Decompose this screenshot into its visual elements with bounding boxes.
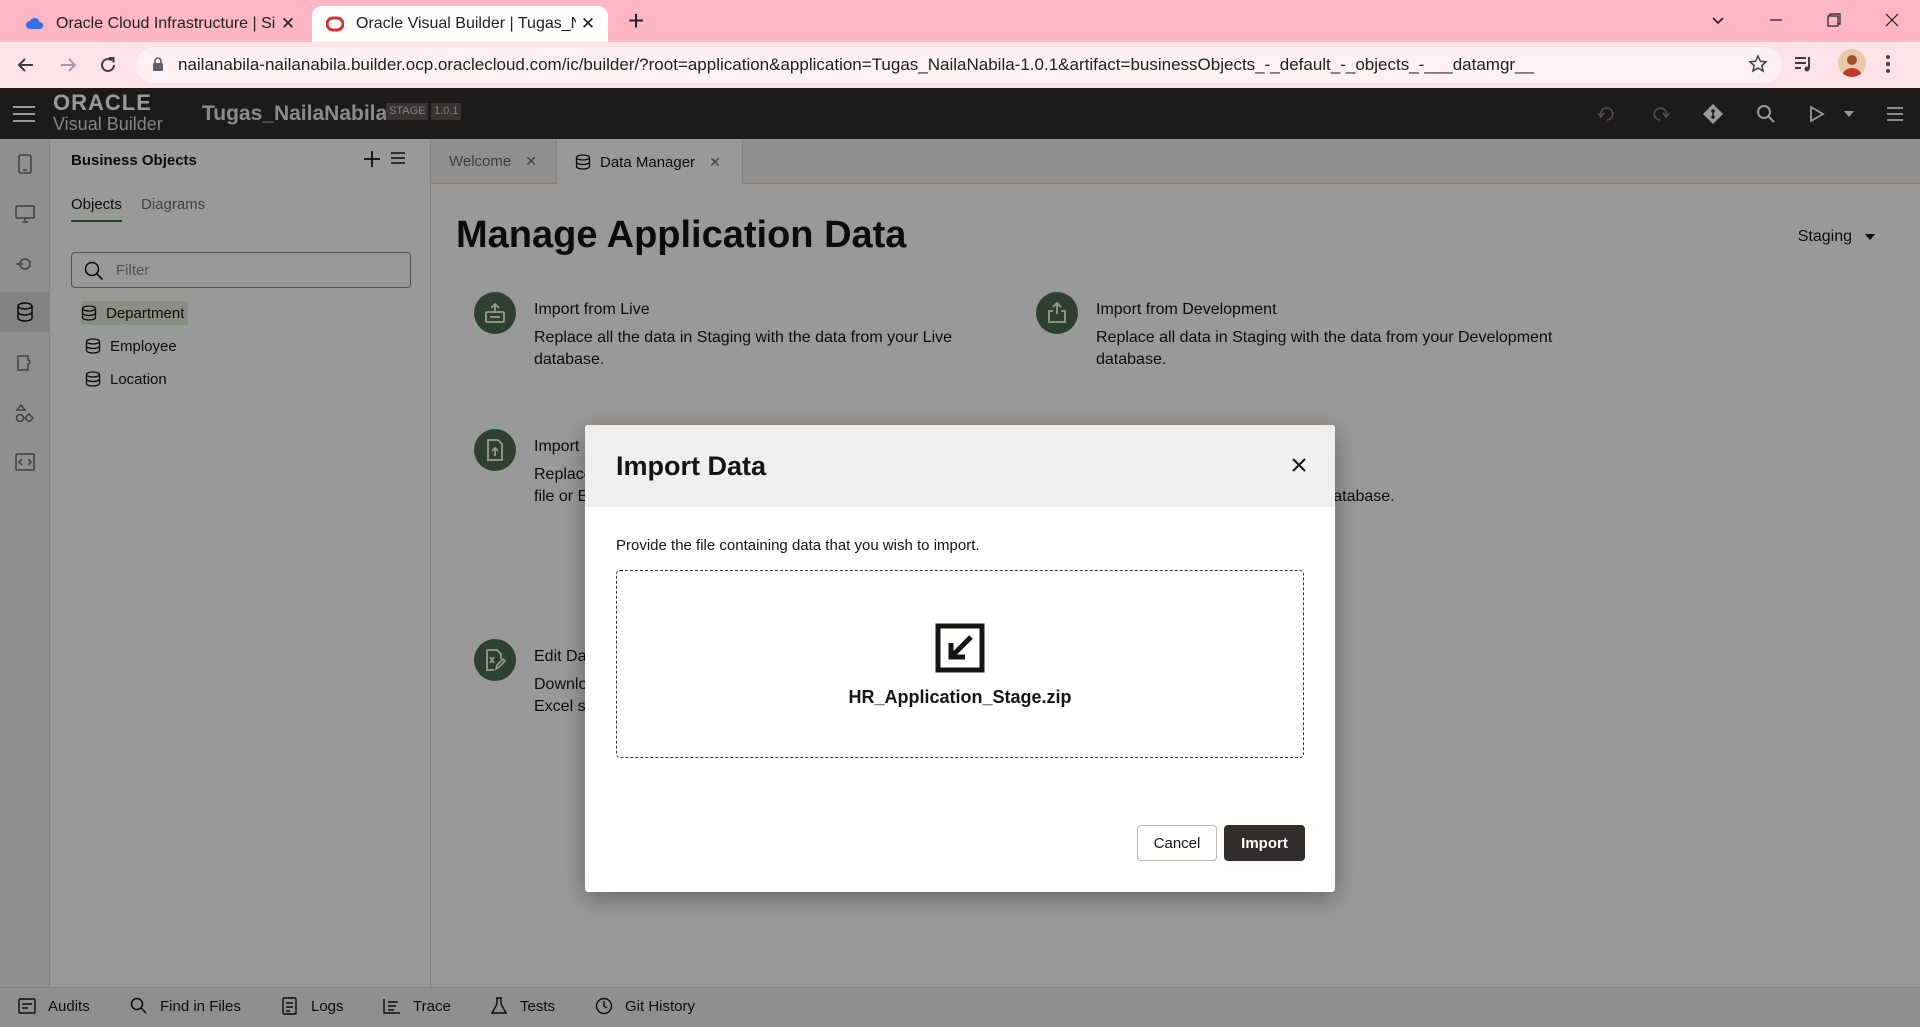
new-tab-button[interactable]: +	[622, 6, 650, 36]
cloud-icon	[26, 17, 44, 29]
browser-tab-visual-builder[interactable]: Oracle Visual Builder | Tugas_NailaNabil…	[312, 6, 608, 42]
back-icon[interactable]	[10, 49, 42, 81]
selected-file-name: HR_Application_Stage.zip	[848, 687, 1072, 707]
file-drop-zone[interactable]: HR_Application_Stage.zip	[616, 570, 1304, 758]
url-bar[interactable]: nailanabila-nailanabila.builder.ocp.orac…	[136, 47, 1782, 83]
browser-tab-title: Oracle Cloud Infrastructure | Sign In	[56, 15, 276, 32]
close-icon[interactable]: ✕	[276, 14, 300, 34]
import-button[interactable]: Import	[1224, 825, 1305, 861]
minimize-icon[interactable]	[1748, 0, 1804, 40]
bookmark-star-icon[interactable]	[1748, 54, 1768, 74]
browser-tab-oracle-cloud[interactable]: Oracle Cloud Infrastructure | Sign In ✕	[12, 6, 308, 42]
cancel-button[interactable]: Cancel	[1137, 825, 1217, 861]
reload-icon[interactable]	[92, 49, 124, 81]
avatar[interactable]	[1838, 49, 1866, 77]
browser-tab-title: Oracle Visual Builder | Tugas_NailaNabil…	[356, 15, 576, 32]
forward-icon[interactable]	[52, 49, 84, 81]
tab-search-icon[interactable]	[1690, 0, 1746, 40]
import-data-dialog: Import Data Provide the file containing …	[585, 425, 1335, 892]
file-import-icon	[935, 623, 985, 673]
address-bar-row: nailanabila-nailanabila.builder.ocp.orac…	[0, 42, 1920, 88]
media-control-icon[interactable]	[1792, 52, 1816, 76]
more-menu-icon[interactable]	[1885, 54, 1891, 74]
url-text: nailanabila-nailanabila.builder.ocp.orac…	[178, 55, 1534, 74]
browser-tab-strip: Oracle Cloud Infrastructure | Sign In ✕ …	[0, 0, 1920, 42]
oracle-icon	[326, 16, 344, 32]
dialog-message: Provide the file containing data that yo…	[616, 537, 980, 554]
restore-icon[interactable]	[1806, 0, 1862, 40]
window-close-icon[interactable]	[1864, 0, 1920, 40]
dialog-title: Import Data	[616, 451, 767, 481]
lock-icon	[153, 57, 163, 71]
dialog-header: Import Data	[585, 425, 1335, 507]
close-icon[interactable]	[1287, 453, 1311, 477]
close-icon[interactable]: ✕	[576, 14, 600, 34]
